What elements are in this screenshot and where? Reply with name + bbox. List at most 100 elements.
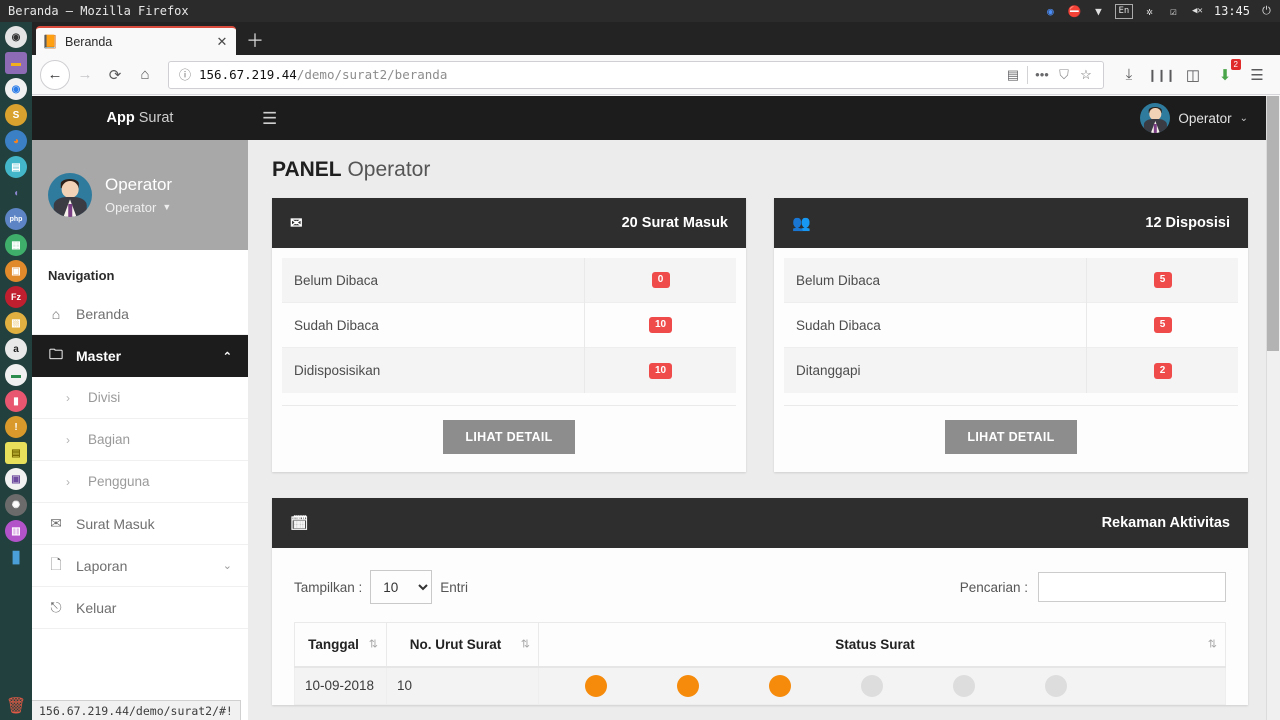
column-header-tanggal[interactable]: Tanggal ⇅ xyxy=(294,622,387,668)
app-brand[interactable]: App Surat xyxy=(32,110,248,126)
dock-item-chrome[interactable]: ◉ xyxy=(5,78,27,100)
activity-header: 🗓 Rekaman Aktivitas xyxy=(272,498,1248,548)
stat-value-cell: 2 xyxy=(1086,348,1238,393)
dock-item-mysql-dolphin[interactable]: ◖ xyxy=(5,182,27,204)
bookmark-star-icon[interactable]: ☆ xyxy=(1075,67,1097,83)
stat-label: Belum Dibaca xyxy=(796,272,881,288)
sidebar-icon[interactable]: ◫ xyxy=(1178,60,1208,90)
search-input[interactable] xyxy=(1038,572,1226,602)
dock-item-archive[interactable]: ▧ xyxy=(5,312,27,334)
forward-button[interactable]: → xyxy=(70,60,100,90)
site-info-icon[interactable]: ⓘ xyxy=(175,66,195,83)
dock-item-spreadsheet[interactable]: ▦ xyxy=(5,234,27,256)
toolbar-divider xyxy=(1027,65,1028,84)
page-scrollbar[interactable] xyxy=(1266,96,1280,720)
chrome-icon[interactable]: ◉ xyxy=(1043,4,1058,19)
entries-select[interactable]: 102550100 xyxy=(370,570,433,604)
dock-item-ubuntu-search[interactable]: ◉ xyxy=(5,26,27,48)
column-header-no-urut-surat[interactable]: No. Urut Surat ⇅ xyxy=(386,622,539,668)
sidebar-item-laporan[interactable]: 🗋 Laporan ⌄ xyxy=(32,545,248,587)
document-icon: 🗋 xyxy=(50,555,62,572)
sidebar-item-pengguna[interactable]: › Pengguna xyxy=(32,461,248,503)
record-stop-icon[interactable]: ⛔ xyxy=(1067,4,1082,19)
sort-icon: ⇅ xyxy=(1207,638,1217,651)
main-content: PANEL Operator ✉ 20 Surat Masuk Belum Di… xyxy=(248,140,1266,720)
dock-item-filezilla[interactable]: Fz xyxy=(5,286,27,308)
new-tab-button[interactable]: ＋ xyxy=(244,30,266,52)
toolbar-right-actions: ⤓ ❙❙❙ ◫ ⬇ 2 ☰ xyxy=(1114,58,1272,90)
dock-item-settings[interactable]: ✺ xyxy=(5,494,27,516)
dock-item-notes[interactable]: ▤ xyxy=(5,442,27,464)
sidebar-user-role-row[interactable]: Operator ▼ xyxy=(105,200,172,215)
dock-item-text-editor[interactable]: ▤ xyxy=(5,156,27,178)
keyboard-layout-indicator[interactable]: En xyxy=(1114,3,1133,19)
envelope-icon: ✉ xyxy=(290,215,303,232)
sidebar-item-surat-masuk[interactable]: ✉ Surat Masuk xyxy=(32,503,248,545)
column-header-status-surat[interactable]: Status Surat ⇅ xyxy=(538,622,1226,668)
sidebar-item-beranda[interactable]: ⌂ Beranda xyxy=(32,293,248,335)
envelope-icon: ✉ xyxy=(50,515,62,531)
reload-button[interactable]: ⟳ xyxy=(100,60,130,90)
stat-value-cell: 5 xyxy=(1086,302,1238,348)
sidebar-item-label: Surat Masuk xyxy=(76,515,155,532)
reader-view-icon[interactable]: ▤ xyxy=(1002,67,1024,83)
library-icon[interactable]: ❙❙❙ xyxy=(1146,60,1176,90)
app-sidebar: Operator Operator ▼ Navigation ⌂ Beranda… xyxy=(32,140,248,720)
browser-tab-beranda[interactable]: 📙 Beranda ✕ xyxy=(36,26,236,55)
pocket-save-icon[interactable]: ⬇ 2 xyxy=(1210,58,1241,90)
url-text: 156.67.219.44/demo/surat2/beranda xyxy=(195,67,1002,82)
sidebar-toggle-icon[interactable]: ☰ xyxy=(262,110,277,127)
sidebar-item-bagian[interactable]: › Bagian xyxy=(32,419,248,461)
stat-value-cell: 10 xyxy=(584,348,736,393)
dock-item-media[interactable]: ▬ xyxy=(5,364,27,386)
shield-icon[interactable]: ⛉ xyxy=(1053,67,1075,83)
users-icon: 👥 xyxy=(792,215,811,232)
dock-item-php[interactable]: php xyxy=(5,208,27,230)
dock-item-sublime[interactable]: S xyxy=(5,104,27,126)
dock-item-gimp[interactable]: ▣ xyxy=(5,260,27,282)
topbar-user-menu[interactable]: Operator ⌄ xyxy=(1140,96,1248,140)
dock-item-purple-app[interactable]: ▥ xyxy=(5,520,27,542)
sidebar-item-divisi[interactable]: › Divisi xyxy=(32,377,248,419)
close-icon[interactable]: ✕ xyxy=(214,34,230,50)
downloads-icon[interactable]: ⤓ xyxy=(1114,60,1144,90)
lihat-detail-button[interactable]: LIHAT DETAIL xyxy=(443,420,575,454)
dock-item-warning[interactable]: ! xyxy=(5,416,27,438)
chevron-right-icon: › xyxy=(66,432,70,447)
dock-item-firefox[interactable]: ◕ xyxy=(5,130,27,152)
wifi-icon[interactable]: ▼ xyxy=(1091,4,1106,19)
home-button[interactable]: ⌂ xyxy=(130,60,160,90)
topbar-user-name: Operator xyxy=(1178,110,1232,126)
page-actions-icon[interactable]: ••• xyxy=(1031,67,1053,82)
sidebar-item-label: Laporan xyxy=(76,557,128,574)
sidebar-user-block[interactable]: Operator Operator ▼ xyxy=(32,140,248,250)
back-button[interactable]: ← xyxy=(40,59,70,90)
power-icon[interactable]: ⏻ xyxy=(1259,4,1274,19)
dock-item-amazon[interactable]: a xyxy=(5,338,27,360)
sidebar-item-master[interactable]: 🗀 Master ⌃ xyxy=(32,335,248,377)
stat-row: Belum Dibaca 5 xyxy=(784,257,1238,303)
volume-muted-icon[interactable]: ◀✕ xyxy=(1190,4,1205,19)
dock-item-blue-bar[interactable]: ▮ xyxy=(5,546,27,568)
stat-label: Sudah Dibaca xyxy=(796,317,881,333)
dock-item-files[interactable]: ▬ xyxy=(5,52,27,74)
nav-heading: Navigation xyxy=(48,268,115,283)
dock-item-video[interactable]: ▮ xyxy=(5,390,27,412)
os-titlebar: Beranda – Mozilla Firefox ◉ ⛔ ▼ En ✲ ☑ ◀… xyxy=(0,0,1280,22)
dock-item-trash[interactable]: 🗑 xyxy=(6,696,26,716)
chevron-down-icon: ⌄ xyxy=(1239,112,1248,124)
card-header: 👥 12 Disposisi xyxy=(774,198,1248,248)
cell-status-surat xyxy=(538,666,1226,705)
scrollbar-thumb[interactable] xyxy=(1267,96,1279,351)
menu-hamburger-icon[interactable]: ☰ xyxy=(1242,60,1272,90)
bluetooth-icon[interactable]: ✲ xyxy=(1142,4,1157,19)
status-badge: 2 xyxy=(1153,362,1172,379)
url-bar[interactable]: ⓘ 156.67.219.44/demo/surat2/beranda ▤ ••… xyxy=(168,60,1104,89)
dock-item-camera[interactable]: ▣ xyxy=(5,468,27,490)
sidebar-item-keluar[interactable]: ⎋ Keluar xyxy=(32,587,248,629)
checkbox-icon[interactable]: ☑ xyxy=(1166,4,1181,19)
cell-no-urut: 10 xyxy=(386,666,539,705)
lihat-detail-button[interactable]: LIHAT DETAIL xyxy=(945,420,1077,454)
table-row[interactable]: 10-09-2018 10 xyxy=(294,666,1226,705)
avatar xyxy=(48,173,92,217)
